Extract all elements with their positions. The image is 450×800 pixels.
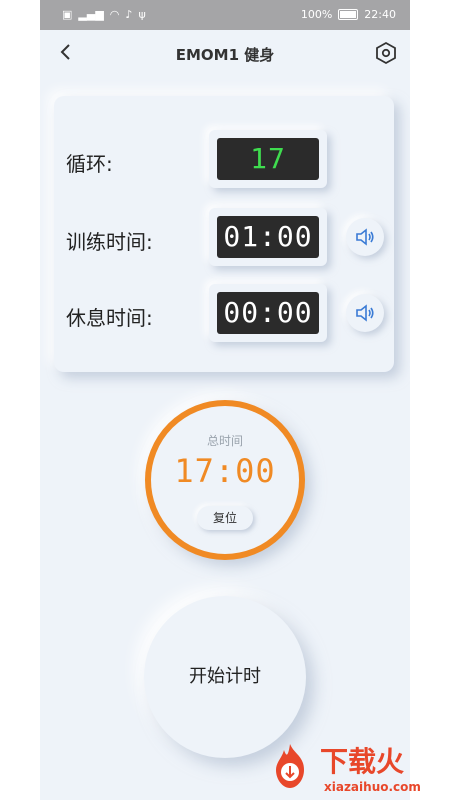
flame-logo-icon (276, 744, 304, 788)
watermark-url: xiazaihuo.com (324, 780, 421, 794)
status-bar: ▣ ▂▄▆ ◠ ♪ ψ 100% 22:40 (40, 0, 410, 30)
status-right: 100% 22:40 (301, 8, 396, 21)
reset-button[interactable]: 复位 (197, 506, 253, 530)
watermark: 下载火 xiazaihuo.com (264, 738, 450, 800)
status-icons: ▣ ▂▄▆ ◠ ♪ ψ (62, 8, 146, 21)
app-screen: ▣ ▂▄▆ ◠ ♪ ψ 100% 22:40 EMOM1 健身 循环: 17 训… (40, 0, 410, 800)
settings-button[interactable] (372, 39, 400, 67)
training-sound-button[interactable] (346, 218, 384, 256)
training-time-value: 01:00 (217, 216, 319, 258)
total-time-value: 17:00 (174, 452, 276, 490)
speaker-icon (356, 228, 374, 246)
settings-card: 循环: 17 训练时间: 01:00 休息时间: 00:00 (54, 96, 394, 372)
training-time-display[interactable]: 01:00 (209, 208, 327, 266)
usb-icon: ψ (138, 8, 146, 21)
wifi-icon: ◠ (109, 8, 120, 21)
total-time-label: 总时间 (206, 434, 243, 448)
clock: 22:40 (364, 8, 396, 21)
signal-icon: ▂▄▆ (78, 8, 104, 21)
battery-percent: 100% (300, 8, 333, 21)
total-time-ring: 总时间 17:00 复位 (145, 400, 305, 560)
watermark-text: 下载火 (320, 745, 405, 778)
cycle-value: 17 (217, 138, 319, 180)
cycle-display[interactable]: 17 (209, 130, 327, 188)
rest-time-label: 休息时间: (66, 306, 153, 330)
cycle-label: 循环: (66, 152, 113, 176)
start-timer-button[interactable]: 开始计时 (144, 596, 306, 758)
header: EMOM1 健身 (40, 30, 410, 76)
speaker-icon (356, 304, 374, 322)
rest-time-value: 00:00 (217, 292, 319, 334)
battery-icon (338, 9, 359, 20)
bell-mute-icon: ♪ (125, 8, 133, 21)
rest-time-display[interactable]: 00:00 (209, 284, 327, 342)
hexagon-settings-icon (376, 41, 396, 65)
start-timer-label: 开始计时 (189, 666, 261, 687)
sim-icon: ▣ (62, 8, 73, 21)
rest-sound-button[interactable] (346, 294, 384, 332)
training-time-label: 训练时间: (66, 230, 153, 254)
page-title: EMOM1 健身 (175, 46, 275, 64)
